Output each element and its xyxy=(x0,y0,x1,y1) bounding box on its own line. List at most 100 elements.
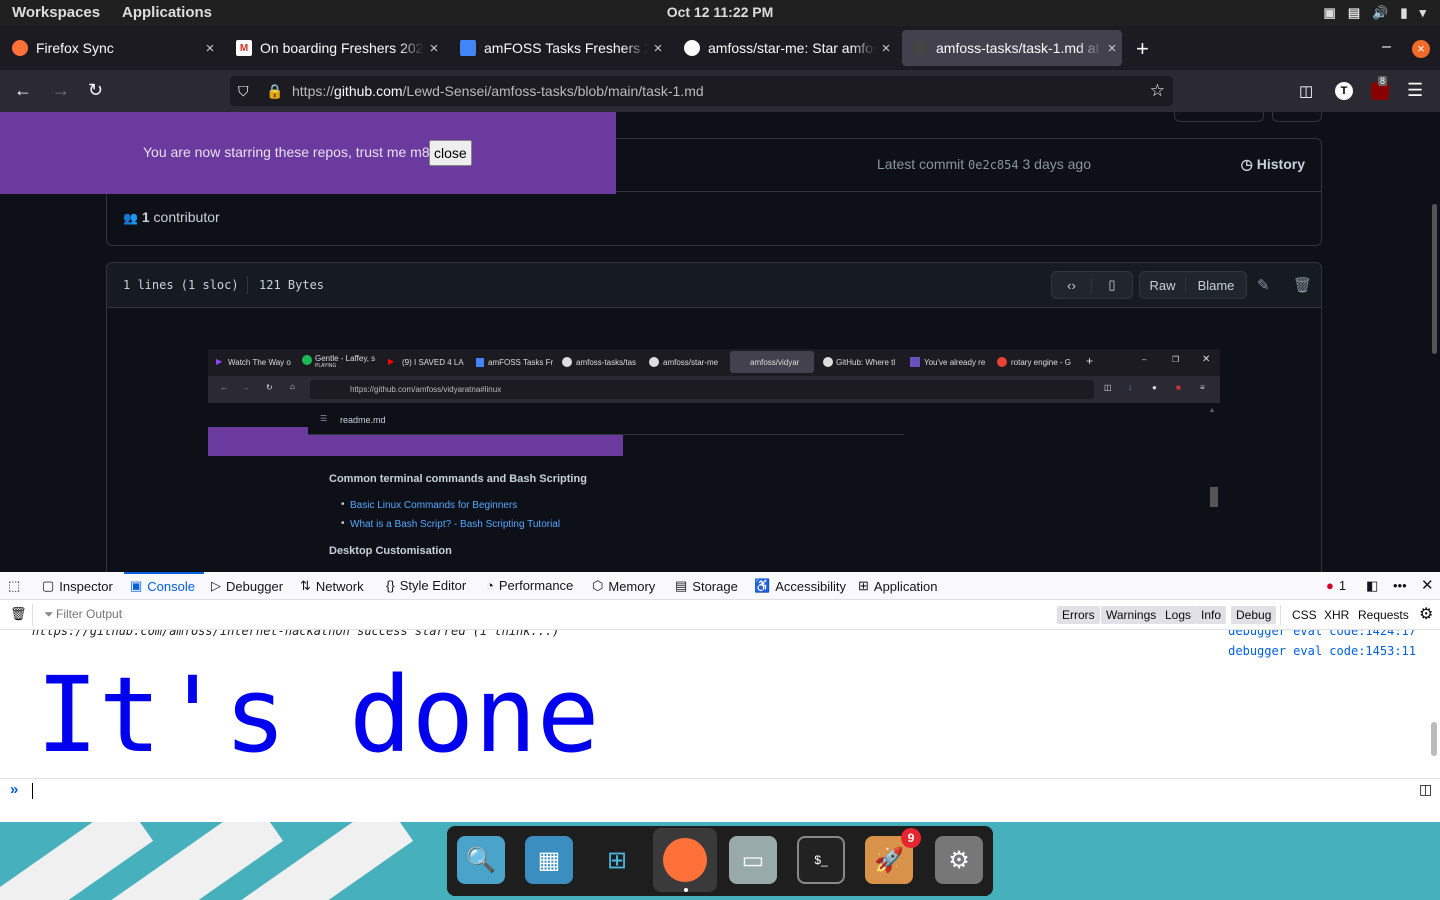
account-icon[interactable]: T xyxy=(1335,82,1353,100)
running-indicator xyxy=(684,888,688,892)
filter-warnings[interactable]: Warnings xyxy=(1101,606,1162,624)
navigation-toolbar: ← → ↻ ⛉ 🔒 https://github.com/Lewd-Sensei… xyxy=(0,70,1440,112)
contributors[interactable]: 👥 1 contributor xyxy=(123,209,220,225)
gear-icon[interactable]: ⚙ xyxy=(1419,604,1433,624)
page-scrollbar[interactable] xyxy=(1432,204,1437,354)
close-devtools-icon[interactable]: ✕ xyxy=(1421,576,1434,594)
code-view-icon[interactable]: ‹› xyxy=(1052,277,1093,293)
close-icon[interactable]: × xyxy=(876,40,896,57)
editor-mode-icon[interactable]: ◫ xyxy=(1419,781,1432,798)
filter-info[interactable]: Info xyxy=(1196,606,1227,624)
clock[interactable]: Oct 12 11:22 PM xyxy=(0,4,1440,20)
filter-icon: ⏷ xyxy=(44,607,54,621)
embedded-url-text: https://github.com/amfoss/vidyaratna#lin… xyxy=(350,385,502,394)
edit-icon[interactable]: ✎ xyxy=(1257,276,1270,294)
log-source-link[interactable]: debugger eval code:1424:17 xyxy=(1228,630,1416,638)
google-docs-icon xyxy=(476,358,484,367)
url-text[interactable]: https://github.com/Lewd-Sensei/amfoss-ta… xyxy=(292,76,704,106)
forward-button[interactable]: → xyxy=(52,80,70,101)
lock-icon[interactable]: 🔒 xyxy=(266,76,283,106)
terminal-icon[interactable]: $_ xyxy=(797,836,845,884)
embedded-link: What is a Bash Script? - Bash Scripting … xyxy=(350,519,561,530)
rendered-view-icon[interactable]: ▯ xyxy=(1092,277,1132,293)
menu-icon[interactable]: ☰ xyxy=(1407,80,1423,101)
pocket-icon[interactable]: ◫ xyxy=(1299,82,1313,100)
tab-inspector[interactable]: ▢ Inspector xyxy=(42,578,113,594)
screen-icon[interactable]: ▣ xyxy=(1324,5,1336,21)
download-icon: ↓ xyxy=(1128,383,1132,392)
console-input[interactable]: » ◫ xyxy=(0,778,1440,802)
close-icon[interactable]: × xyxy=(1102,40,1122,57)
filter-requests[interactable]: Requests xyxy=(1358,606,1409,624)
filter-errors[interactable]: Errors xyxy=(1057,606,1100,624)
close-icon[interactable]: × xyxy=(648,40,668,57)
braces-icon: {} xyxy=(386,578,395,593)
back-button[interactable]: ← xyxy=(14,80,32,101)
url-bar[interactable]: ⛉ 🔒 https://github.com/Lewd-Sensei/amfos… xyxy=(230,76,1173,106)
commit-hash[interactable]: 0e2c854 xyxy=(968,158,1019,172)
chevron-down-icon[interactable]: ▾ xyxy=(1419,5,1426,21)
console-scrollbar[interactable] xyxy=(1431,722,1437,756)
filter-xhr[interactable]: XHR xyxy=(1324,606,1349,624)
trash-icon[interactable]: 🗑 xyxy=(10,606,27,622)
tab-bar: Firefox Sync × M On boarding Freshers 20… xyxy=(0,26,1440,70)
embedded-url-field: https://github.com/amfoss/vidyaratna#lin… xyxy=(310,380,1094,399)
filter-debug[interactable]: Debug xyxy=(1231,606,1277,624)
firefox-dock-icon[interactable] xyxy=(653,828,717,892)
close-icon[interactable]: × xyxy=(424,40,444,57)
tab-style-editor[interactable]: {} Style Editor xyxy=(386,578,466,593)
history-link[interactable]: ◷ History xyxy=(1241,156,1305,173)
search-app-icon[interactable]: 🔍 xyxy=(457,836,505,884)
tab-console[interactable]: ▣ Console xyxy=(130,578,195,594)
pick-element-icon[interactable]: ⬚ xyxy=(8,578,20,594)
github-icon xyxy=(562,357,572,367)
addon-badge: 8 xyxy=(1378,76,1388,86)
filter-output-input[interactable] xyxy=(56,604,356,624)
battery-icon[interactable]: ▮ xyxy=(1400,5,1407,21)
filter-logs[interactable]: Logs xyxy=(1160,606,1197,624)
trash-icon[interactable]: 🗑 xyxy=(1293,276,1312,294)
google-docs-icon xyxy=(460,40,476,56)
embedded-tab: Gentle - Laffey, s xyxy=(315,354,376,363)
multitasking-icon[interactable]: ▦ xyxy=(525,836,573,884)
tab-amfoss-tasks-doc[interactable]: amFOSS Tasks Freshers 2021 × xyxy=(450,30,668,66)
tab-firefox-sync[interactable]: Firefox Sync × xyxy=(2,30,220,66)
embedded-tab: (9) I SAVED 4 LA xyxy=(402,358,464,367)
tab-task-1[interactable]: amfoss-tasks/task-1.md at m × xyxy=(902,30,1122,66)
more-options-icon[interactable]: ••• xyxy=(1393,578,1407,593)
tab-onboarding[interactable]: M On boarding Freshers 2021 - × xyxy=(226,30,444,66)
more-button[interactable] xyxy=(1272,112,1322,122)
volume-icon[interactable]: 🔊 xyxy=(1372,5,1388,21)
go-to-file-button[interactable] xyxy=(1174,112,1264,122)
reload-button[interactable]: ↻ xyxy=(88,80,103,101)
bullet: • xyxy=(341,518,345,529)
blame-button[interactable]: Blame xyxy=(1186,278,1246,293)
error-indicator[interactable]: ● 1 xyxy=(1326,578,1346,593)
minimize-button[interactable]: – xyxy=(1382,38,1391,56)
settings-icon[interactable]: ⚙ xyxy=(935,836,983,884)
tab-application[interactable]: ⊞ Application xyxy=(858,578,938,594)
new-tab-button[interactable]: + xyxy=(1136,36,1149,62)
embedded-tab: rotary engine - G xyxy=(1011,358,1072,367)
tab-network[interactable]: ⇅ Network xyxy=(300,578,364,594)
raw-button[interactable]: Raw xyxy=(1140,277,1186,293)
tab-star-me[interactable]: amfoss/star-me: Star amfoss × xyxy=(674,30,896,66)
bullet: • xyxy=(341,499,345,510)
tab-memory[interactable]: ⬡ Memory xyxy=(592,578,655,594)
tab-performance[interactable]: ◔ Performance xyxy=(486,578,573,593)
log-source-link[interactable]: debugger eval code:1453:11 xyxy=(1228,644,1416,658)
filter-css[interactable]: CSS xyxy=(1292,606,1317,624)
tab-accessibility[interactable]: ♿ Accessibility xyxy=(754,578,846,594)
network-icon[interactable]: ▤ xyxy=(1348,5,1360,21)
dock-side-icon[interactable]: ◧ xyxy=(1366,578,1378,594)
close-icon[interactable]: × xyxy=(200,40,220,57)
shield-icon[interactable]: ⛉ xyxy=(238,76,249,106)
app-grid-icon[interactable]: ⊞ xyxy=(593,836,641,884)
tab-debugger[interactable]: ▷ Debugger xyxy=(211,578,283,594)
tab-storage[interactable]: ▤ Storage xyxy=(675,578,738,594)
star-icon[interactable]: ☆ xyxy=(1150,76,1165,106)
close-window-button[interactable]: × xyxy=(1412,40,1430,58)
files-icon[interactable]: ▭ xyxy=(729,836,777,884)
close-button[interactable]: close xyxy=(429,140,472,166)
twitch-icon: ▶ xyxy=(216,357,223,366)
